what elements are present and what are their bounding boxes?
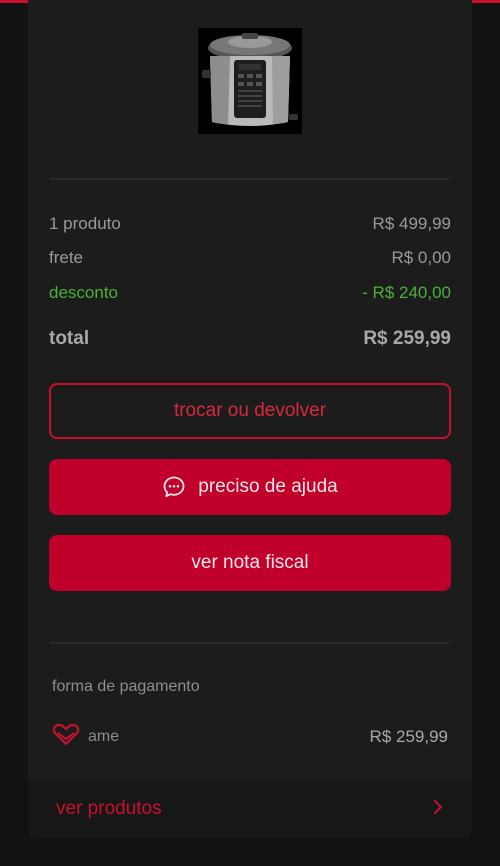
chevron-right-icon [432,799,444,820]
discount-value: - R$ 240,00 [362,283,451,302]
pressure-cooker-image [200,30,300,132]
product-image[interactable] [198,28,302,134]
summary-total-row: total R$ 259,99 [49,327,451,351]
invoice-button[interactable]: ver nota fiscal [49,535,451,591]
top-accent-left [0,0,28,3]
items-label: 1 produto [49,214,121,233]
total-value: R$ 259,99 [363,328,451,349]
summary-discount-row: desconto - R$ 240,00 [49,281,451,305]
help-button-label: preciso de ajuda [198,476,338,497]
invoice-button-label: ver nota fiscal [191,552,309,573]
divider [50,642,450,644]
help-button[interactable]: preciso de ajuda [49,459,451,515]
view-products-label: ver produtos [56,798,162,819]
payment-title: forma de pagamento [52,678,200,695]
chat-bubble-icon [162,475,186,499]
heart-icon [52,723,80,752]
shipping-value: R$ 0,00 [391,248,451,267]
view-products-link[interactable]: ver produtos [28,780,472,838]
return-button[interactable]: trocar ou devolver [49,383,451,439]
top-accent-right [472,0,500,3]
summary-items-row: 1 produto R$ 499,99 [49,212,451,236]
order-card: 1 produto R$ 499,99 frete R$ 0,00 descon… [28,0,472,838]
shipping-label: frete [49,248,84,267]
divider [50,178,450,180]
payment-row: ame R$ 259,99 [52,723,448,752]
payment-value: R$ 259,99 [369,727,448,746]
summary-shipping-row: frete R$ 0,00 [49,246,451,270]
discount-label: desconto [49,283,118,302]
total-label: total [49,328,90,349]
payment-method: ame [88,728,120,745]
items-value: R$ 499,99 [372,214,451,233]
return-button-label: trocar ou devolver [173,400,327,421]
